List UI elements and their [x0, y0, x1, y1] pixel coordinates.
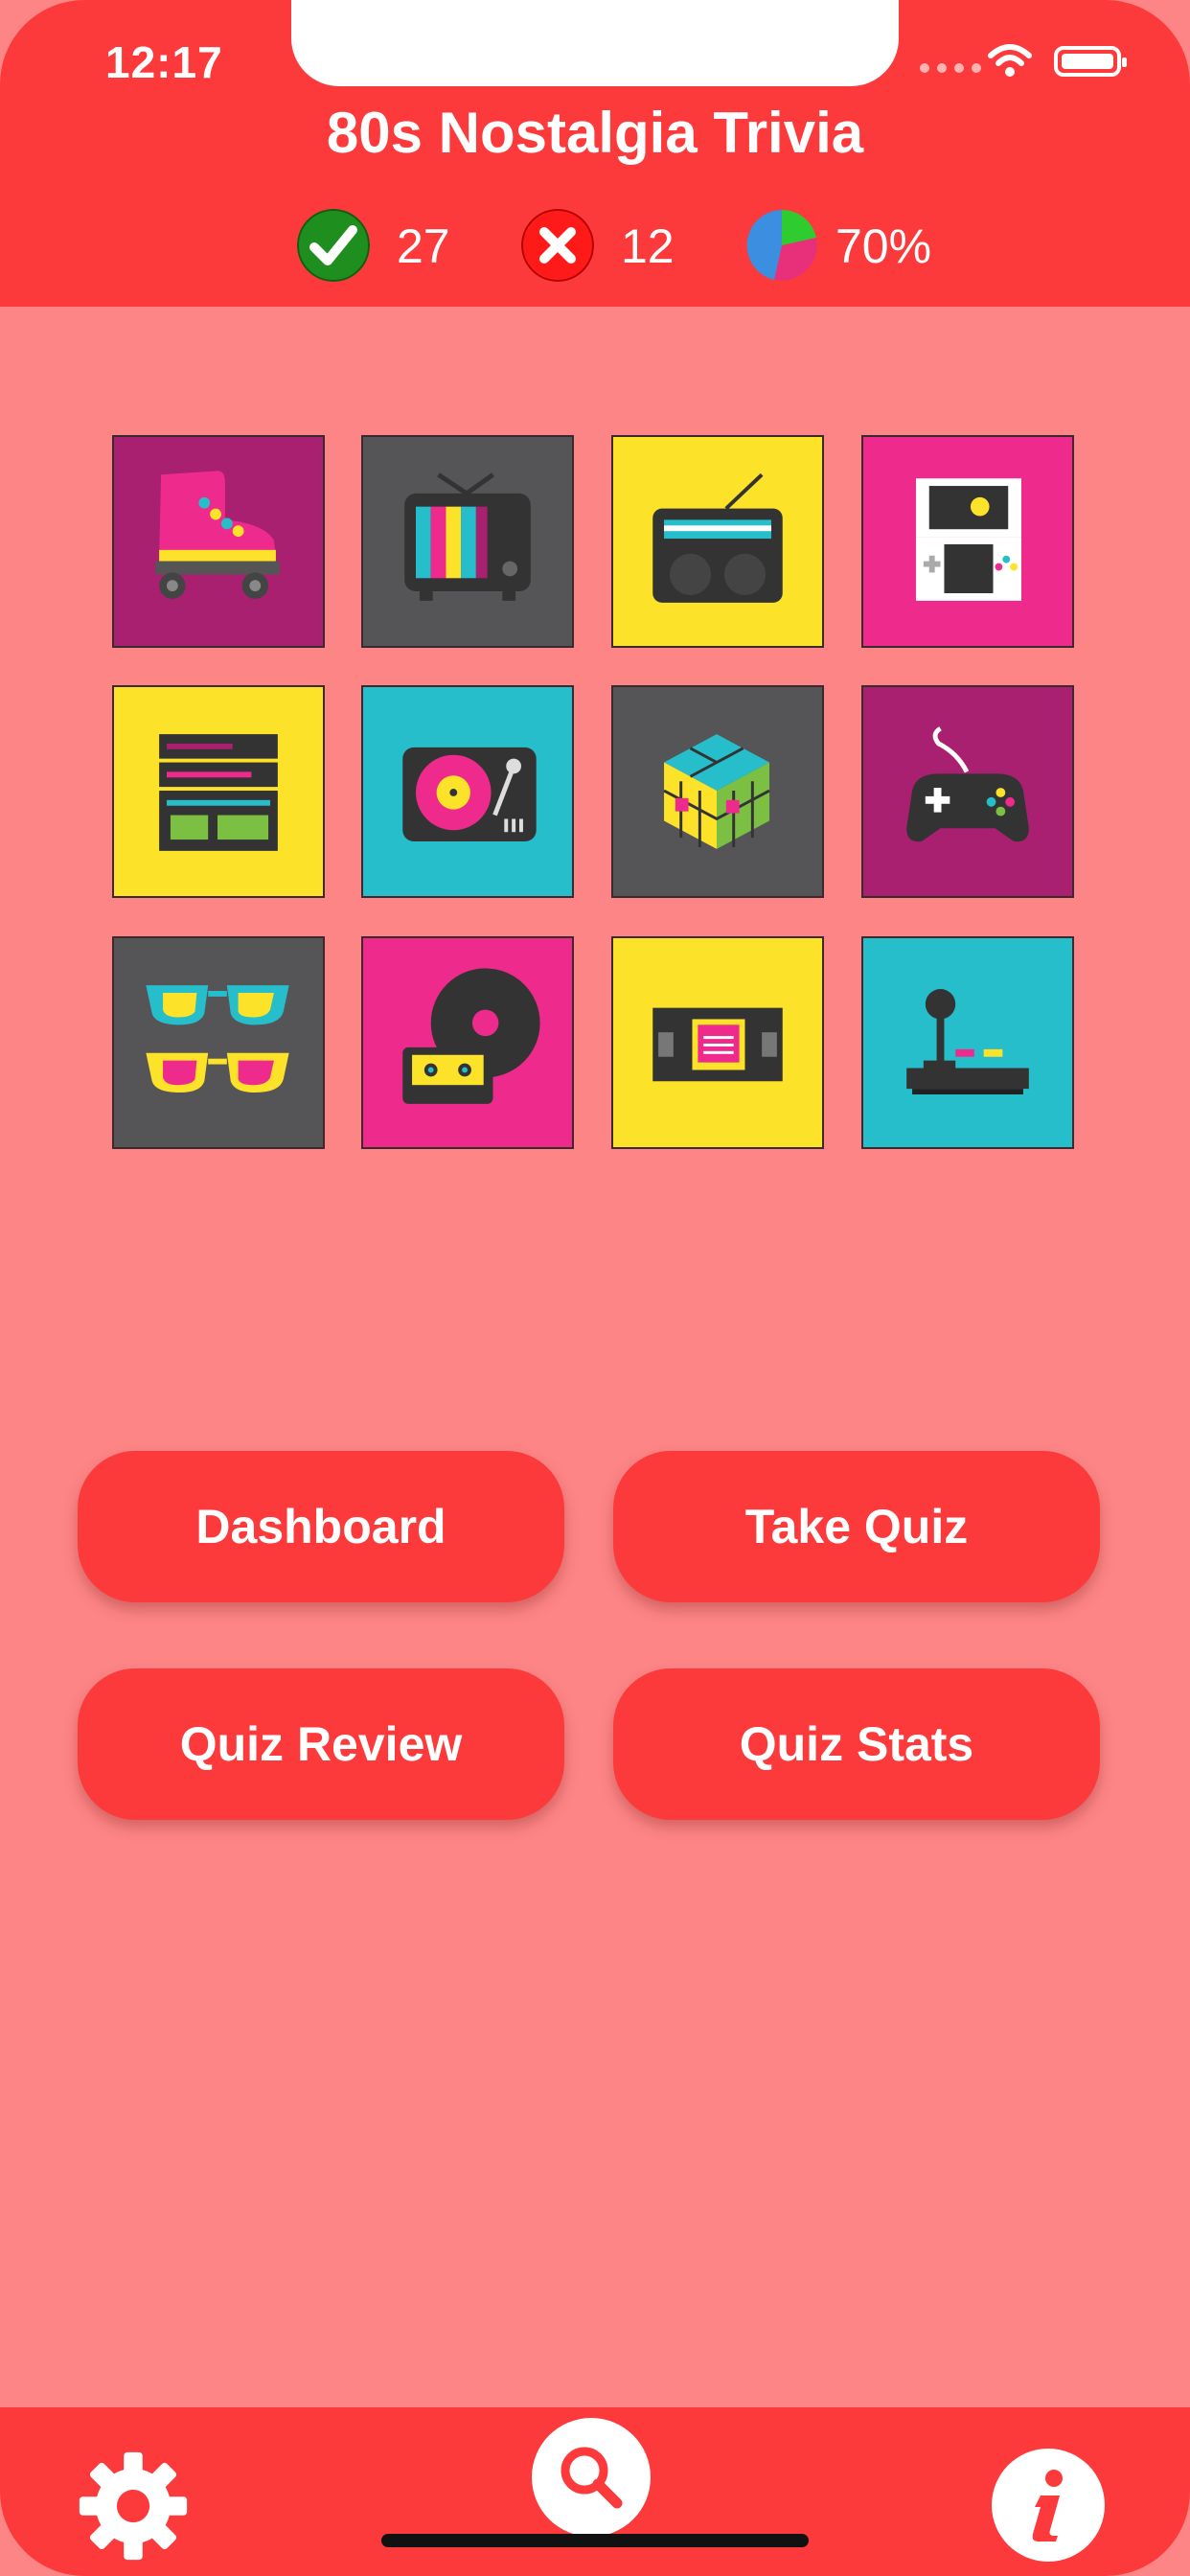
device-notch	[291, 0, 899, 86]
handheld-game-icon[interactable]	[861, 435, 1074, 648]
roller-skate-icon[interactable]	[112, 435, 325, 648]
search-icon[interactable]	[531, 2417, 652, 2538]
signal-icon	[920, 63, 981, 73]
vinyl-cassette-icon[interactable]	[361, 936, 574, 1149]
quiz-review-button[interactable]: Quiz Review	[78, 1668, 564, 1820]
retro-tv-icon[interactable]	[361, 435, 574, 648]
percent-correct: 70%	[835, 219, 932, 273]
gamepad-icon[interactable]	[861, 685, 1074, 898]
home-indicator[interactable]	[381, 2534, 809, 2547]
stereo-equalizer-icon[interactable]	[112, 685, 325, 898]
correct-check-icon	[297, 209, 370, 282]
incorrect-count: 12	[621, 219, 675, 273]
correct-count: 27	[397, 219, 450, 273]
header-bar: 12:17 80s Nostalgia Trivia 27 12 70%	[0, 0, 1190, 307]
vhs-tape-icon[interactable]	[611, 936, 824, 1149]
rubiks-cube-icon[interactable]	[611, 685, 824, 898]
info-icon[interactable]	[991, 2448, 1106, 2563]
status-time: 12:17	[105, 37, 223, 87]
take-quiz-button[interactable]: Take Quiz	[613, 1451, 1100, 1602]
score-stats: 27 12 70%	[0, 209, 1190, 286]
app-title: 80s Nostalgia Trivia	[326, 101, 864, 165]
incorrect-x-icon	[521, 209, 594, 282]
gear-icon[interactable]	[75, 2448, 192, 2564]
bottom-toolbar	[0, 2407, 1190, 2576]
boombox-radio-icon[interactable]	[611, 435, 824, 648]
dashboard-button[interactable]: Dashboard	[78, 1451, 564, 1602]
pie-chart-icon	[746, 210, 817, 281]
quiz-stats-button[interactable]: Quiz Stats	[613, 1668, 1100, 1820]
turntable-icon[interactable]	[361, 685, 574, 898]
battery-icon	[1054, 46, 1127, 77]
arcade-joystick-icon[interactable]	[861, 936, 1074, 1149]
app-screen: 12:17 80s Nostalgia Trivia 27 12 70% Das…	[0, 0, 1190, 2576]
wifi-icon	[988, 44, 1032, 77]
sunglasses-icon[interactable]	[112, 936, 325, 1149]
